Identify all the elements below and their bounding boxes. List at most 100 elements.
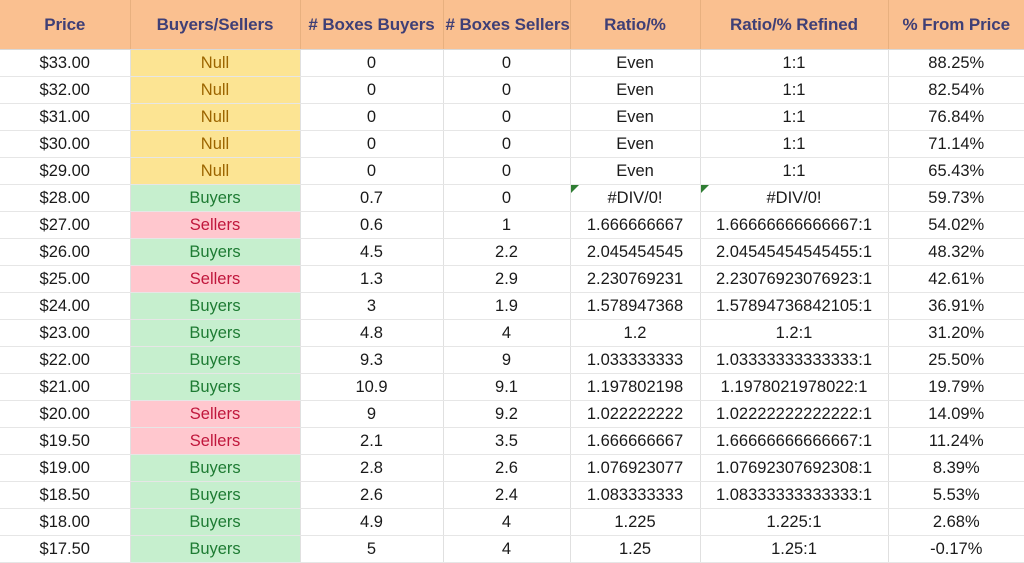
column-header-ratio-pct-refined[interactable]: Ratio/% Refined <box>700 0 889 50</box>
table-row[interactable]: $17.50 Buyers 5 4 1.25 1.25:1 -0.17% <box>0 535 1024 563</box>
table-row[interactable]: $19.50 Sellers 2.1 3.5 1.666666667 1.66666666… <box>0 427 1024 455</box>
cell-pct-from-price[interactable]: 8.39% <box>888 454 1024 482</box>
cell-price[interactable]: $17.50 <box>0 535 131 563</box>
table-row[interactable]: $26.00 Buyers 4.5 2.2 2.045454545 2.045454545… <box>0 238 1024 266</box>
cell-boxes-buyers[interactable]: 2.6 <box>300 481 444 509</box>
cell-boxes-sellers[interactable]: 2.9 <box>443 265 571 293</box>
cell-ratio-pct[interactable]: 1.033333333 <box>570 346 701 374</box>
cell-boxes-buyers[interactable]: 0 <box>300 76 444 104</box>
cell-ratio-pct-refined[interactable]: 1.57894736842105:1 <box>700 292 889 320</box>
cell-boxes-buyers[interactable]: 9.3 <box>300 346 444 374</box>
cell-buyers-sellers[interactable]: Null <box>130 103 301 131</box>
table-row[interactable]: $27.00 Sellers 0.6 1 1.666666667 1.6666666666… <box>0 211 1024 239</box>
cell-buyers-sellers[interactable]: Buyers <box>130 184 301 212</box>
cell-boxes-sellers[interactable]: 3.5 <box>443 427 571 455</box>
cell-price[interactable]: $30.00 <box>0 130 131 158</box>
cell-buyers-sellers[interactable]: Sellers <box>130 265 301 293</box>
cell-buyers-sellers[interactable]: Buyers <box>130 481 301 509</box>
cell-ratio-pct[interactable]: 1.25 <box>570 535 701 563</box>
cell-pct-from-price[interactable]: 36.91% <box>888 292 1024 320</box>
table-row[interactable]: $30.00 Null 0 0 Even 1:1 71.14% <box>0 130 1024 158</box>
cell-boxes-buyers[interactable]: 3 <box>300 292 444 320</box>
cell-boxes-sellers[interactable]: 2.4 <box>443 481 571 509</box>
cell-price[interactable]: $20.00 <box>0 400 131 428</box>
cell-pct-from-price[interactable]: -0.17% <box>888 535 1024 563</box>
column-header-boxes-buyers[interactable]: # Boxes Buyers <box>300 0 444 50</box>
cell-boxes-buyers[interactable]: 0 <box>300 49 444 77</box>
table-row[interactable]: $18.00 Buyers 4.9 4 1.225 1.225:1 2.68% <box>0 508 1024 536</box>
cell-ratio-pct[interactable]: Even <box>570 130 701 158</box>
cell-boxes-sellers[interactable]: 2.6 <box>443 454 571 482</box>
cell-ratio-pct[interactable]: 1.022222222 <box>570 400 701 428</box>
cell-ratio-pct-refined[interactable]: 1.02222222222222:1 <box>700 400 889 428</box>
cell-boxes-buyers[interactable]: 0 <box>300 130 444 158</box>
table-row[interactable]: $24.00 Buyers 3 1.9 1.578947368 1.57894736842… <box>0 292 1024 320</box>
cell-boxes-buyers[interactable]: 0.7 <box>300 184 444 212</box>
cell-boxes-sellers[interactable]: 0 <box>443 157 571 185</box>
cell-boxes-sellers[interactable]: 2.2 <box>443 238 571 266</box>
cell-price[interactable]: $22.00 <box>0 346 131 374</box>
cell-ratio-pct-refined[interactable]: 1.25:1 <box>700 535 889 563</box>
cell-pct-from-price[interactable]: 82.54% <box>888 76 1024 104</box>
cell-buyers-sellers[interactable]: Null <box>130 130 301 158</box>
cell-price[interactable]: $23.00 <box>0 319 131 347</box>
cell-ratio-pct[interactable]: Even <box>570 157 701 185</box>
cell-ratio-pct-refined[interactable]: 2.04545454545455:1 <box>700 238 889 266</box>
table-row[interactable]: $19.00 Buyers 2.8 2.6 1.076923077 1.076923076… <box>0 454 1024 482</box>
cell-boxes-sellers[interactable]: 0 <box>443 130 571 158</box>
cell-ratio-pct-refined[interactable]: 1.08333333333333:1 <box>700 481 889 509</box>
cell-pct-from-price[interactable]: 25.50% <box>888 346 1024 374</box>
table-row[interactable]: $28.00 Buyers 0.7 0 #DIV/0! #DIV/0! 59.73% <box>0 184 1024 212</box>
cell-pct-from-price[interactable]: 5.53% <box>888 481 1024 509</box>
cell-pct-from-price[interactable]: 19.79% <box>888 373 1024 401</box>
cell-pct-from-price[interactable]: 14.09% <box>888 400 1024 428</box>
cell-price[interactable]: $26.00 <box>0 238 131 266</box>
cell-price[interactable]: $29.00 <box>0 157 131 185</box>
cell-boxes-buyers[interactable]: 5 <box>300 535 444 563</box>
cell-ratio-pct[interactable]: Even <box>570 49 701 77</box>
cell-buyers-sellers[interactable]: Buyers <box>130 373 301 401</box>
table-row[interactable]: $31.00 Null 0 0 Even 1:1 76.84% <box>0 103 1024 131</box>
table-row[interactable]: $21.00 Buyers 10.9 9.1 1.197802198 1.19780219… <box>0 373 1024 401</box>
cell-ratio-pct-refined[interactable]: 1.66666666666667:1 <box>700 211 889 239</box>
cell-boxes-sellers[interactable]: 4 <box>443 535 571 563</box>
cell-ratio-pct-refined[interactable]: 1:1 <box>700 157 889 185</box>
cell-price[interactable]: $32.00 <box>0 76 131 104</box>
cell-boxes-buyers[interactable]: 0 <box>300 157 444 185</box>
cell-buyers-sellers[interactable]: Null <box>130 49 301 77</box>
cell-ratio-pct[interactable]: 1.225 <box>570 508 701 536</box>
column-header-price[interactable]: Price <box>0 0 131 50</box>
cell-price[interactable]: $25.00 <box>0 265 131 293</box>
cell-pct-from-price[interactable]: 42.61% <box>888 265 1024 293</box>
cell-price[interactable]: $33.00 <box>0 49 131 77</box>
cell-ratio-pct[interactable]: 1.666666667 <box>570 427 701 455</box>
cell-ratio-pct-refined[interactable]: 1.07692307692308:1 <box>700 454 889 482</box>
cell-boxes-buyers[interactable]: 4.9 <box>300 508 444 536</box>
cell-buyers-sellers[interactable]: Buyers <box>130 292 301 320</box>
cell-pct-from-price[interactable]: 31.20% <box>888 319 1024 347</box>
cell-boxes-sellers[interactable]: 1 <box>443 211 571 239</box>
cell-ratio-pct[interactable]: 1.076923077 <box>570 454 701 482</box>
cell-ratio-pct[interactable]: Even <box>570 103 701 131</box>
cell-boxes-sellers[interactable]: 9.2 <box>443 400 571 428</box>
cell-ratio-pct[interactable]: 2.045454545 <box>570 238 701 266</box>
cell-ratio-pct-refined[interactable]: 2.23076923076923:1 <box>700 265 889 293</box>
table-row[interactable]: $25.00 Sellers 1.3 2.9 2.230769231 2.23076923… <box>0 265 1024 293</box>
cell-ratio-pct-refined[interactable]: 1.225:1 <box>700 508 889 536</box>
cell-price[interactable]: $27.00 <box>0 211 131 239</box>
cell-boxes-buyers[interactable]: 2.1 <box>300 427 444 455</box>
cell-boxes-buyers[interactable]: 2.8 <box>300 454 444 482</box>
cell-boxes-buyers[interactable]: 4.5 <box>300 238 444 266</box>
cell-boxes-sellers[interactable]: 0 <box>443 49 571 77</box>
cell-price[interactable]: $21.00 <box>0 373 131 401</box>
table-row[interactable]: $22.00 Buyers 9.3 9 1.033333333 1.03333333333… <box>0 346 1024 374</box>
cell-boxes-buyers[interactable]: 9 <box>300 400 444 428</box>
cell-pct-from-price[interactable]: 76.84% <box>888 103 1024 131</box>
cell-ratio-pct[interactable]: 1.2 <box>570 319 701 347</box>
cell-buyers-sellers[interactable]: Buyers <box>130 238 301 266</box>
cell-price[interactable]: $24.00 <box>0 292 131 320</box>
table-row[interactable]: $33.00 Null 0 0 Even 1:1 88.25% <box>0 49 1024 77</box>
cell-boxes-buyers[interactable]: 4.8 <box>300 319 444 347</box>
cell-pct-from-price[interactable]: 65.43% <box>888 157 1024 185</box>
cell-ratio-pct[interactable]: #DIV/0! <box>570 184 701 212</box>
